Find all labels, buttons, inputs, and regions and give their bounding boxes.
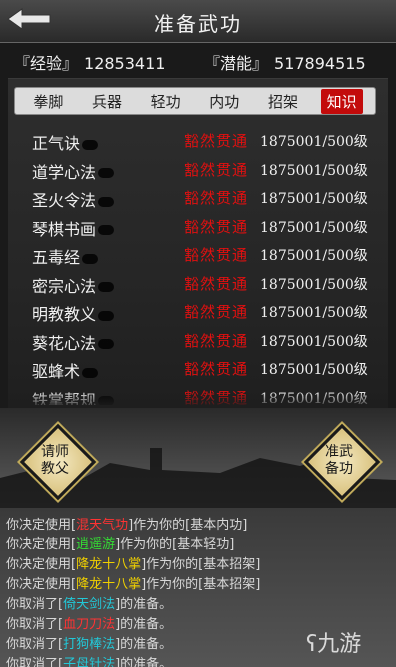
log-skill-name: 子母针法 [63,657,116,667]
skill-status: 豁然贯通 [184,331,249,350]
log-suffix: ]作为你的[基本轻功] [115,537,235,552]
log-line: 你决定使用[混天气功]作为你的[基本内功] [6,514,247,533]
log-suffix: ]的准备。 [115,597,173,612]
log-skill-name: 混天气功 [76,518,129,533]
log-line: 你决定使用[降龙十八掌]作为你的[基本招架] [6,553,260,572]
scene-background: 请师 教父 准武 备功 [0,408,396,508]
watermark: ʕ九游 [306,626,361,658]
skill-level: 1875001/500级 [260,219,368,236]
skill-row[interactable]: 正气诀 豁然贯通 1875001/500级 [8,125,388,154]
log-suffix: ]作为你的[基本招架] [141,577,261,592]
stats-bar: 『经验』 12853411 『潜能』 517894515 [0,44,396,76]
skill-row[interactable]: 圣火令法 豁然贯通 1875001/500级 [8,182,388,211]
log-suffix: ]作为你的[基本内功] [128,518,248,533]
skill-level: 1875001/500级 [260,248,368,264]
prepare-skill-line2: 备功 [325,461,353,477]
log-skill-name: 降龙十八掌 [76,557,142,572]
log-line: 你取消了[血刀刀法]的准备。 [6,613,172,632]
skill-name: 密宗心法 [32,273,114,297]
log-skill-name: 倚天剑法 [63,597,116,612]
prepare-skill-line1: 准武 [325,444,353,460]
log-line: 你决定使用[逍遥游]作为你的[基本轻功] [6,533,234,552]
experience-stat: 『经验』 12853411 [14,50,165,74]
log-prefix: 你取消了[ [6,597,64,612]
watermark-text: 九游 [317,632,362,657]
consult-master-line1: 请师 [41,444,69,460]
log-prefix: 你决定使用[ [6,537,77,552]
tab-1[interactable]: 拳脚 [27,89,69,114]
log-line: 你取消了[子母针法]的准备。 [6,653,172,667]
log-suffix: ]的准备。 [115,657,173,667]
page-title: 准备武功 [154,12,242,36]
tab-2[interactable]: 兵器 [86,89,128,114]
log-prefix: 你决定使用[ [6,518,77,533]
jiuyou-logo-icon: ʕ [306,632,318,657]
skill-level: 1875001/500级 [260,162,368,179]
log-suffix: ]的准备。 [115,637,173,652]
log-prefix: 你取消了[ [6,637,64,652]
header-bar: 准备武功 [0,0,396,43]
tab-6[interactable]: 知识 [320,88,363,114]
skill-status: 豁然贯通 [184,246,249,264]
skill-name: 驱蜂术 [32,358,98,382]
tab-3[interactable]: 轻功 [145,89,187,114]
skill-status: 豁然贯通 [184,274,249,293]
potential-label: 『潜能』 [204,54,269,73]
prepare-skill-button[interactable]: 准武 备功 [302,422,381,501]
skill-row[interactable]: 道学心法 豁然贯通 1875001/500级 [8,154,388,183]
skill-level: 1875001/500级 [260,333,368,350]
skill-name: 明教教义 [32,301,114,325]
log-skill-name: 血刀刀法 [63,617,116,632]
skill-panel: 拳脚 兵器 轻功 内功 招架 知识 正气诀 豁然贯通 1875001/500级 道学心法 豁然贯通… [8,78,388,409]
tab-5[interactable]: 招架 [262,89,304,114]
skill-name: 五毒经 [32,244,98,268]
log-line: 你取消了[打狗棒法]的准备。 [6,633,172,652]
log-prefix: 你取消了[ [6,617,64,632]
skill-row[interactable]: 琴棋书画 豁然贯通 1875001/500级 [8,211,388,240]
consult-master-button[interactable]: 请师 教父 [18,422,97,501]
skill-status: 豁然贯通 [184,303,249,321]
log-skill-name: 打狗棒法 [63,637,116,652]
experience-value: 12853411 [84,54,166,73]
category-tabs: 拳脚 兵器 轻功 内功 招架 知识 [14,87,376,115]
skill-status: 豁然贯通 [184,217,249,236]
skill-status: 豁然贯通 [184,189,249,207]
skill-row[interactable]: 五毒经 豁然贯通 1875001/500级 [8,239,388,268]
log-line: 你决定使用[降龙十八掌]作为你的[基本招架] [6,573,260,592]
log-skill-name: 降龙十八掌 [76,577,142,592]
experience-label: 『经验』 [14,54,79,73]
skill-name: 道学心法 [32,159,114,183]
skill-level: 1875001/500级 [260,191,368,207]
skill-level: 1875001/500级 [260,134,368,150]
log-skill-name: 逍遥游 [76,537,116,552]
skill-level: 1875001/500级 [260,305,368,321]
tab-4[interactable]: 内功 [203,89,245,114]
skill-name: 葵花心法 [32,330,114,354]
skill-row[interactable]: 葵花心法 豁然贯通 1875001/500级 [8,325,388,354]
skill-level: 1875001/500级 [260,276,368,293]
skill-status: 豁然贯通 [184,132,249,150]
list-fade [8,391,388,409]
skill-status: 豁然贯通 [184,160,249,179]
log-prefix: 你决定使用[ [6,557,77,572]
skill-row[interactable]: 驱蜂术 豁然贯通 1875001/500级 [8,353,388,382]
consult-master-line2: 教父 [41,461,69,477]
skill-name: 圣火令法 [32,187,114,211]
skill-list[interactable]: 正气诀 豁然贯通 1875001/500级 道学心法 豁然贯通 1875001/500级圣… [8,125,388,405]
skill-level: 1875001/500级 [260,362,368,378]
log-suffix: ]的准备。 [115,617,173,632]
skill-name: 正气诀 [32,130,98,154]
log-prefix: 你取消了[ [6,657,64,667]
skill-name: 琴棋书画 [32,216,114,240]
potential-value: 517894515 [274,54,366,73]
skill-row[interactable]: 明教教义 豁然贯通 1875001/500级 [8,296,388,325]
log-line: 你取消了[倚天剑法]的准备。 [6,593,172,612]
log-prefix: 你决定使用[ [6,577,77,592]
potential-stat: 『潜能』 517894515 [204,50,366,74]
log-suffix: ]作为你的[基本招架] [141,557,261,572]
skill-status: 豁然贯通 [184,360,249,378]
skill-row[interactable]: 密宗心法 豁然贯通 1875001/500级 [8,268,388,297]
